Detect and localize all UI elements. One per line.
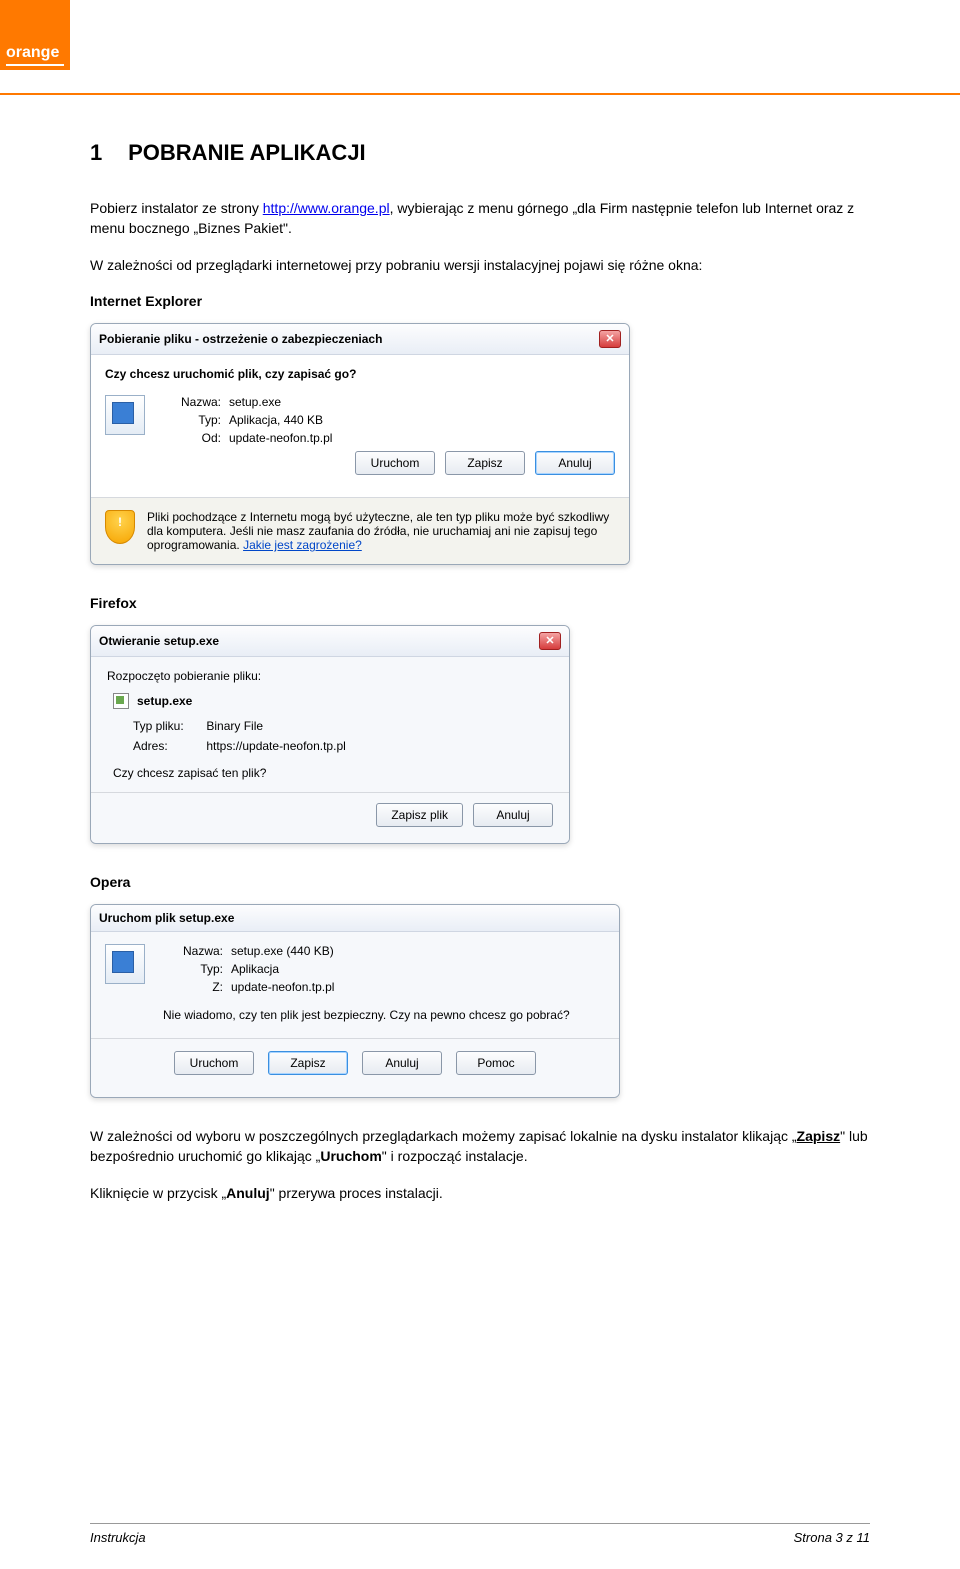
ie-type-value: Aplikacja, 440 KB [229, 413, 332, 427]
opera-label: Opera [90, 872, 870, 892]
ie-warning-link[interactable]: Jakie jest zagrożenie? [243, 538, 362, 552]
ie-dialog: Pobieranie pliku - ostrzeżenie o zabezpi… [90, 323, 630, 565]
ie-warning-text: Pliki pochodzące z Internetu mogą być uż… [147, 510, 609, 552]
uruchom-keyword: Uruchom [320, 1148, 381, 1164]
orange-logo: orange [0, 0, 70, 70]
section-number: 1 [90, 140, 122, 166]
ff-addr-value: https://update-neofon.tp.pl [206, 739, 345, 753]
op-save-button[interactable]: Zapisz [268, 1051, 348, 1075]
ff-cancel-button[interactable]: Anuluj [473, 803, 553, 827]
anuluj-keyword: Anuluj [226, 1185, 270, 1201]
ie-question: Czy chcesz uruchomić plik, czy zapisać g… [105, 367, 615, 381]
opera-dialog: Uruchom plik setup.exe Nazwa: setup.exe … [90, 904, 620, 1098]
ff-dialog-title: Otwieranie setup.exe [99, 634, 219, 648]
intro-paragraph: Pobierz instalator ze strony http://www.… [90, 198, 870, 239]
ie-name-value: setup.exe [229, 395, 332, 409]
application-icon [105, 395, 145, 435]
op-type-value: Aplikacja [231, 962, 605, 976]
ie-dialog-title: Pobieranie pliku - ostrzeżenie o zabezpi… [99, 332, 382, 346]
ff-lead: Rozpoczęto pobieranie pliku: [107, 669, 553, 683]
close-icon[interactable]: ✕ [539, 632, 561, 650]
shield-icon [105, 510, 135, 544]
ff-type-label: Typ pliku: [133, 717, 203, 736]
op-cancel-button[interactable]: Anuluj [362, 1051, 442, 1075]
footer-left: Instrukcja [90, 1530, 146, 1545]
header: orange ™ [0, 0, 960, 95]
file-icon [113, 693, 129, 709]
op-from-label: Z: [163, 980, 223, 994]
application-icon [105, 944, 145, 984]
ie-save-button[interactable]: Zapisz [445, 451, 525, 475]
section-heading: 1 POBRANIE APLIKACJI [90, 140, 870, 166]
ie-from-value: update-neofon.tp.pl [229, 431, 332, 445]
op-name-label: Nazwa: [163, 944, 223, 958]
outro-paragraph-2: Kliknięcie w przycisk „Anuluj" przerywa … [90, 1183, 870, 1203]
ff-file-name: setup.exe [137, 694, 192, 708]
ff-ask: Czy chcesz zapisać ten plik? [113, 766, 553, 780]
ie-dialog-titlebar: Pobieranie pliku - ostrzeżenie o zabezpi… [91, 324, 629, 355]
download-url-link[interactable]: http://www.orange.pl [263, 200, 390, 216]
ie-name-label: Nazwa: [161, 395, 221, 409]
section-title: POBRANIE APLIKACJI [128, 140, 366, 165]
ie-from-label: Od: [161, 431, 221, 445]
ie-run-button[interactable]: Uruchom [355, 451, 435, 475]
zapisz-keyword: Zapisz [797, 1128, 841, 1144]
footer-right: Strona 3 z 11 [794, 1530, 870, 1545]
op-type-label: Typ: [163, 962, 223, 976]
ff-save-button[interactable]: Zapisz plik [376, 803, 463, 827]
op-help-button[interactable]: Pomoc [456, 1051, 536, 1075]
ie-warning-strip: Pliki pochodzące z Internetu mogą być uż… [91, 497, 629, 564]
op-dialog-titlebar: Uruchom plik setup.exe [91, 905, 619, 932]
op-ask: Nie wiadomo, czy ten plik jest bezpieczn… [163, 1006, 605, 1024]
ie-cancel-button[interactable]: Anuluj [535, 451, 615, 475]
page-footer: Instrukcja Strona 3 z 11 [90, 1523, 870, 1545]
outro-paragraph-1: W zależności od wyboru w poszczególnych … [90, 1126, 870, 1167]
close-icon[interactable]: ✕ [599, 330, 621, 348]
depends-paragraph: W zależności od przeglądarki internetowe… [90, 255, 870, 275]
firefox-dialog: Otwieranie setup.exe ✕ Rozpoczęto pobier… [90, 625, 570, 843]
ff-type-value: Binary File [206, 719, 263, 733]
ie-type-label: Typ: [161, 413, 221, 427]
op-name-value: setup.exe (440 KB) [231, 944, 605, 958]
op-from-value: update-neofon.tp.pl [231, 980, 605, 994]
ff-addr-label: Adres: [133, 737, 203, 756]
firefox-label: Firefox [90, 593, 870, 613]
op-dialog-title: Uruchom plik setup.exe [99, 911, 234, 925]
op-run-button[interactable]: Uruchom [174, 1051, 254, 1075]
logo-text: orange [6, 44, 64, 62]
ie-label: Internet Explorer [90, 291, 870, 311]
ff-dialog-titlebar: Otwieranie setup.exe ✕ [91, 626, 569, 657]
